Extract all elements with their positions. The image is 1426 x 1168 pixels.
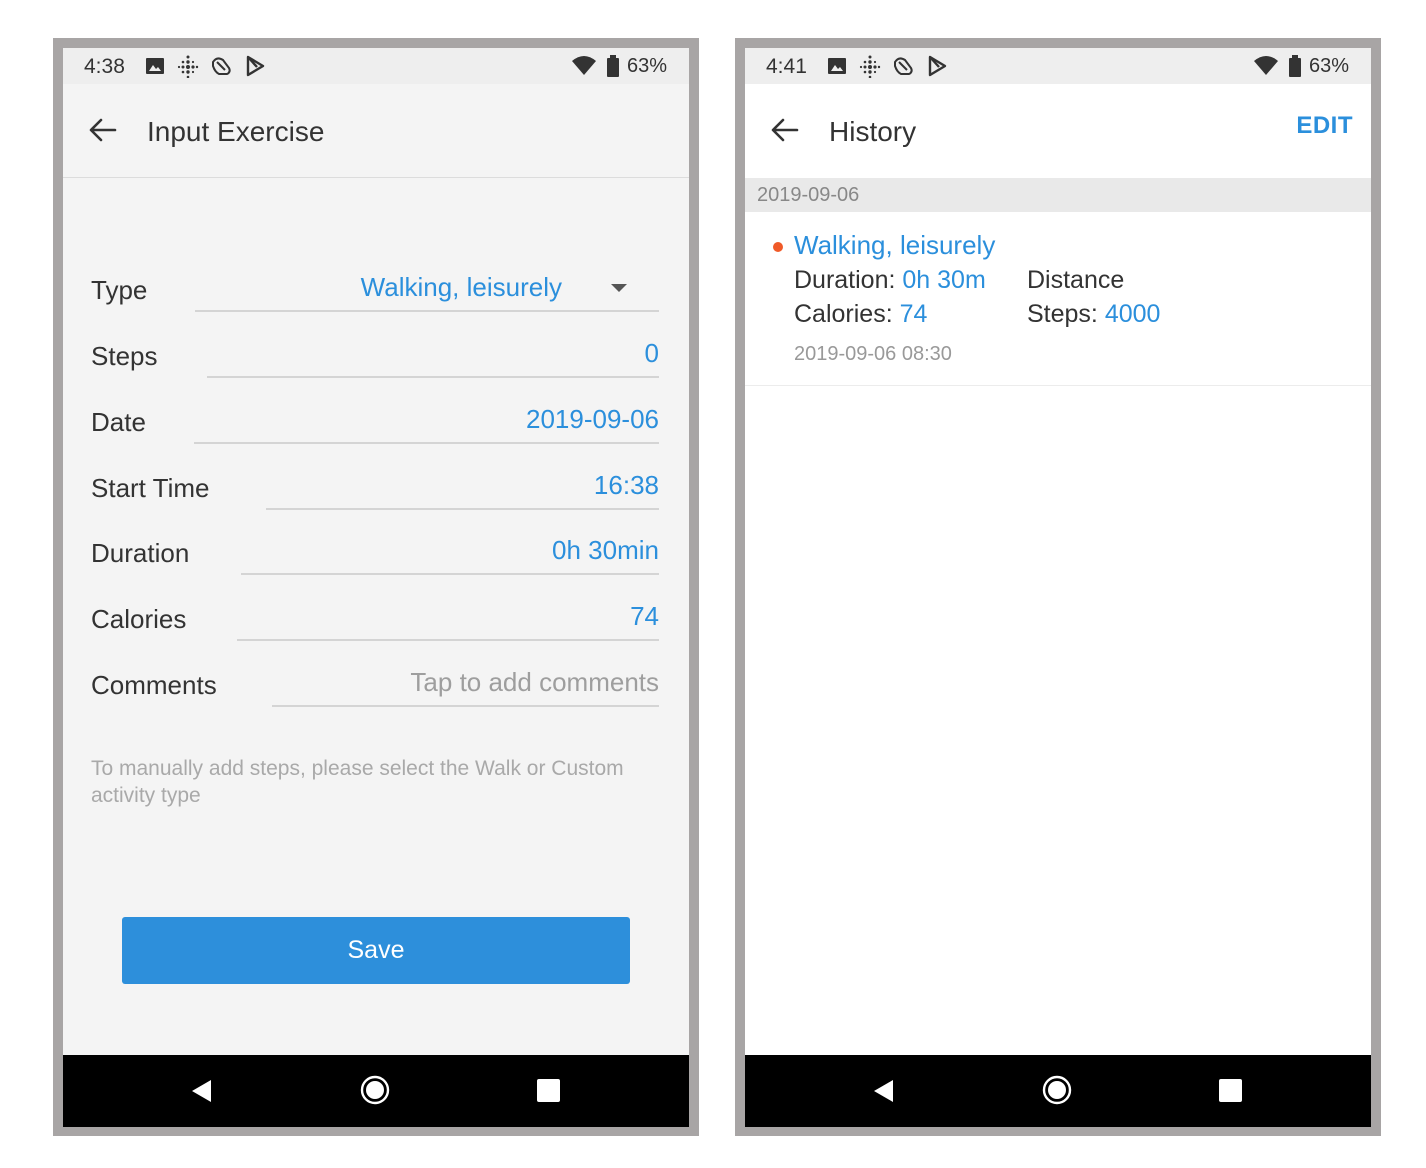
system-nav-bar <box>63 1055 689 1127</box>
calories-label: Calories <box>91 604 187 634</box>
app-bar: History EDIT <box>745 84 1371 178</box>
steps-label: Steps <box>91 341 158 371</box>
image-icon <box>828 58 846 74</box>
back-arrow-icon[interactable] <box>87 114 119 146</box>
activity-dot-icon <box>773 242 783 252</box>
nav-home-icon[interactable] <box>1042 1075 1072 1105</box>
status-bar: 4:38 63% <box>63 48 689 84</box>
type-label: Type <box>91 275 148 305</box>
nav-recents-icon[interactable] <box>537 1079 560 1102</box>
type-row: Type Walking, leisurely <box>91 262 659 312</box>
history-screen: 4:41 63% History EDIT 2019-09-06 Walking… <box>745 48 1371 1127</box>
steps-hint-text: To manually add steps, please select the… <box>91 757 624 807</box>
comments-placeholder: Tap to add comments <box>410 667 659 697</box>
calories-value: 74 <box>630 601 659 631</box>
comments-row: Comments Tap to add comments <box>91 657 659 707</box>
entry-duration: Duration: 0h 30m <box>794 266 986 295</box>
play-store-icon <box>928 55 947 77</box>
wifi-icon <box>1254 56 1278 75</box>
nav-back-icon[interactable] <box>871 1078 897 1104</box>
duration-field[interactable]: 0h 30min <box>241 525 659 575</box>
battery-percent: 63% <box>1308 55 1349 77</box>
fitbit-icon <box>177 55 199 78</box>
app-bar: Input Exercise <box>63 84 689 178</box>
duration-row: Duration 0h 30min <box>91 525 659 575</box>
calories-label: Calories: <box>794 300 900 328</box>
entry-steps: Steps: 4000 <box>1027 300 1160 329</box>
status-time: 4:38 <box>84 55 125 78</box>
calories-field[interactable]: 74 <box>237 591 659 641</box>
date-field[interactable]: 2019-09-06 <box>194 394 659 444</box>
duration-value: 0h 30min <box>552 535 659 565</box>
steps-field[interactable]: 0 <box>207 328 659 378</box>
battery-icon <box>1289 55 1301 77</box>
pedometer-icon <box>894 57 913 75</box>
type-dropdown[interactable]: Walking, leisurely <box>195 262 659 312</box>
date-section-header: 2019-09-06 <box>745 178 1371 212</box>
steps-value: 4000 <box>1104 300 1161 328</box>
play-store-icon <box>246 55 265 77</box>
start-time-field[interactable]: 16:38 <box>266 460 659 510</box>
wifi-icon <box>572 56 596 75</box>
steps-label: Steps: <box>1027 300 1105 328</box>
duration-value: 0h 30m <box>902 266 986 294</box>
duration-label: Duration <box>91 538 190 568</box>
back-arrow-icon[interactable] <box>769 114 801 146</box>
image-icon <box>146 58 164 74</box>
start-time-label: Start Time <box>91 473 210 503</box>
start-time-value: 16:38 <box>593 470 659 500</box>
calories-row: Calories 74 <box>91 591 659 641</box>
fitbit-icon <box>859 55 881 78</box>
save-button[interactable]: Save <box>122 917 630 984</box>
battery-icon <box>607 55 619 77</box>
calories-value: 74 <box>899 300 928 328</box>
page-title: History <box>829 116 917 147</box>
nav-home-icon[interactable] <box>360 1075 390 1105</box>
nav-back-icon[interactable] <box>189 1078 215 1104</box>
type-value: Walking, leisurely <box>360 272 562 302</box>
system-nav-bar <box>745 1055 1371 1127</box>
dropdown-arrow-icon <box>611 284 627 292</box>
date-row: Date 2019-09-06 <box>91 394 659 444</box>
steps-row: Steps 0 <box>91 328 659 378</box>
start-time-row: Start Time 16:38 <box>91 460 659 510</box>
nav-recents-icon[interactable] <box>1219 1079 1242 1102</box>
entry-calories: Calories: 74 <box>794 300 927 329</box>
comments-field[interactable]: Tap to add comments <box>272 657 659 707</box>
entry-title: Walking, leisurely <box>794 230 996 260</box>
duration-label: Duration: <box>794 266 903 294</box>
history-entry[interactable]: Walking, leisurely Duration: 0h 30m Dist… <box>745 212 1371 386</box>
date-label: Date <box>91 407 146 437</box>
phone-frame-input: 4:38 63% Input Exercise Type Walking, le… <box>53 38 699 1136</box>
entry-distance-label: Distance <box>1027 266 1125 294</box>
steps-value: 0 <box>644 338 659 368</box>
battery-percent: 63% <box>626 55 667 77</box>
pedometer-icon <box>212 57 231 75</box>
phone-frame-history: 4:41 63% History EDIT 2019-09-06 Walking… <box>735 38 1381 1136</box>
comments-label: Comments <box>91 670 217 700</box>
edit-button[interactable]: EDIT <box>1296 112 1353 140</box>
status-time: 4:41 <box>766 55 807 78</box>
status-bar: 4:41 63% <box>745 48 1371 84</box>
date-value: 2019-09-06 <box>526 404 659 434</box>
input-exercise-screen: 4:38 63% Input Exercise Type Walking, le… <box>63 48 689 1127</box>
page-title: Input Exercise <box>147 116 325 147</box>
entry-datetime: 2019-09-06 08:30 <box>794 343 952 365</box>
